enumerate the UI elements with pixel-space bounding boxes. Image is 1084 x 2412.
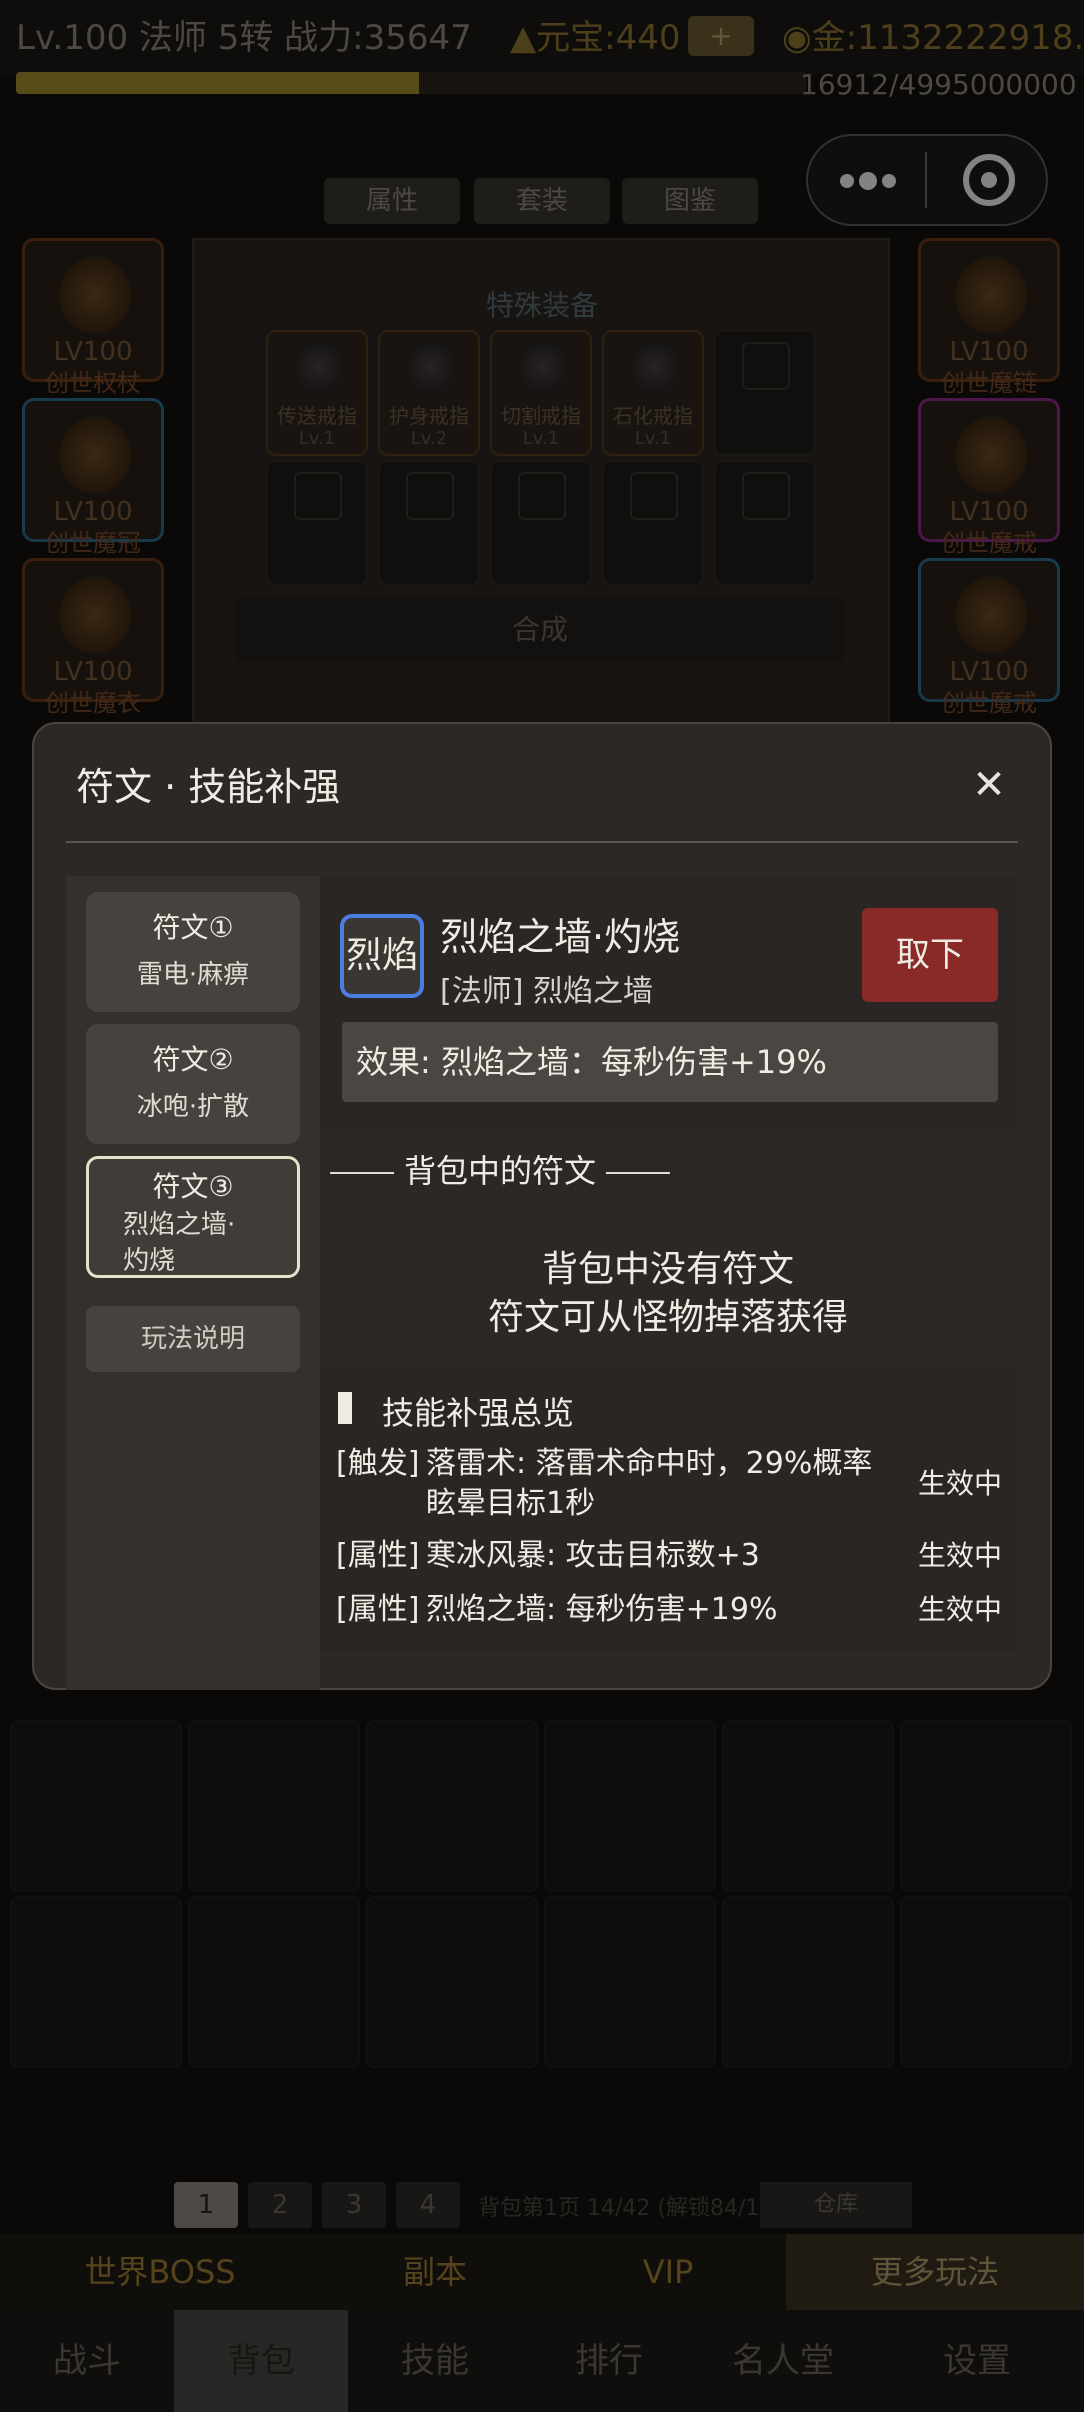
row-desc: 寒冰风暴: 攻击目标数+3 xyxy=(426,1538,760,1573)
bag-runes-header: 背包中的符文 xyxy=(320,1146,680,1192)
row-desc: 烈焰之墙: 每秒伤害+19% xyxy=(426,1592,778,1627)
bag-empty-message: 背包中没有符文 符文可从怪物掉落获得 xyxy=(320,1246,1016,1342)
row-status: 生效中 xyxy=(918,1539,1003,1572)
section-marker xyxy=(338,1392,352,1424)
dialog-divider xyxy=(66,841,1018,843)
rune-tab-3[interactable]: 符文③ 烈焰之墙· 灼烧 xyxy=(86,1156,300,1278)
row-tag: [属性] xyxy=(336,1538,420,1573)
overview-row: [触发] 落雷术: 落雷术命中时，29%概率眩晕目标1秒 生效中 xyxy=(336,1444,1016,1524)
rune-tab-title: 符文② xyxy=(152,1043,234,1076)
help-button[interactable]: 玩法说明 xyxy=(86,1306,300,1372)
rune-tab-sub: 烈焰之墙· 灼烧 xyxy=(123,1210,236,1276)
bag-runes-title: 背包中的符文 xyxy=(403,1152,596,1190)
flame-rune-icon: 烈焰 xyxy=(340,914,424,998)
row-tag: [触发] xyxy=(336,1446,420,1481)
rune-tab-title: 符文③ xyxy=(152,1170,234,1203)
remove-rune-button[interactable]: 取下 xyxy=(862,908,998,1002)
rune-tab-sub: 雷电·麻痹 xyxy=(136,960,250,990)
rune-tab-1[interactable]: 符文① 雷电·麻痹 xyxy=(86,892,300,1012)
overview-row: [属性] 烈焰之墙: 每秒伤害+19% 生效中 xyxy=(336,1590,1016,1630)
rune-effect: 效果: 烈焰之墙：每秒伤害+19% xyxy=(342,1022,998,1102)
dialog-title: 符文 · 技能补强 xyxy=(76,765,341,809)
empty-line-2: 符文可从怪物掉落获得 xyxy=(487,1297,848,1338)
rune-tab-sub: 冰咆·扩散 xyxy=(136,1092,250,1122)
rune-tab-title: 符文① xyxy=(152,911,234,944)
rune-name: 烈焰之墙·灼烧 xyxy=(440,915,681,959)
row-status: 生效中 xyxy=(918,1593,1003,1626)
overview-row: [属性] 寒冰风暴: 攻击目标数+3 生效中 xyxy=(336,1536,1016,1576)
overview-title: 技能补强总览 xyxy=(382,1394,575,1432)
empty-line-1: 背包中没有符文 xyxy=(541,1249,794,1290)
rune-skill: [法师] 烈焰之墙 xyxy=(440,974,653,1009)
row-tag: [属性] xyxy=(336,1592,420,1627)
row-desc: 落雷术: 落雷术命中时，29%概率眩晕目标1秒 xyxy=(426,1446,873,1521)
close-icon[interactable]: ✕ xyxy=(966,762,1012,808)
rune-tab-2[interactable]: 符文② 冰咆·扩散 xyxy=(86,1024,300,1144)
row-status: 生效中 xyxy=(918,1467,1003,1500)
